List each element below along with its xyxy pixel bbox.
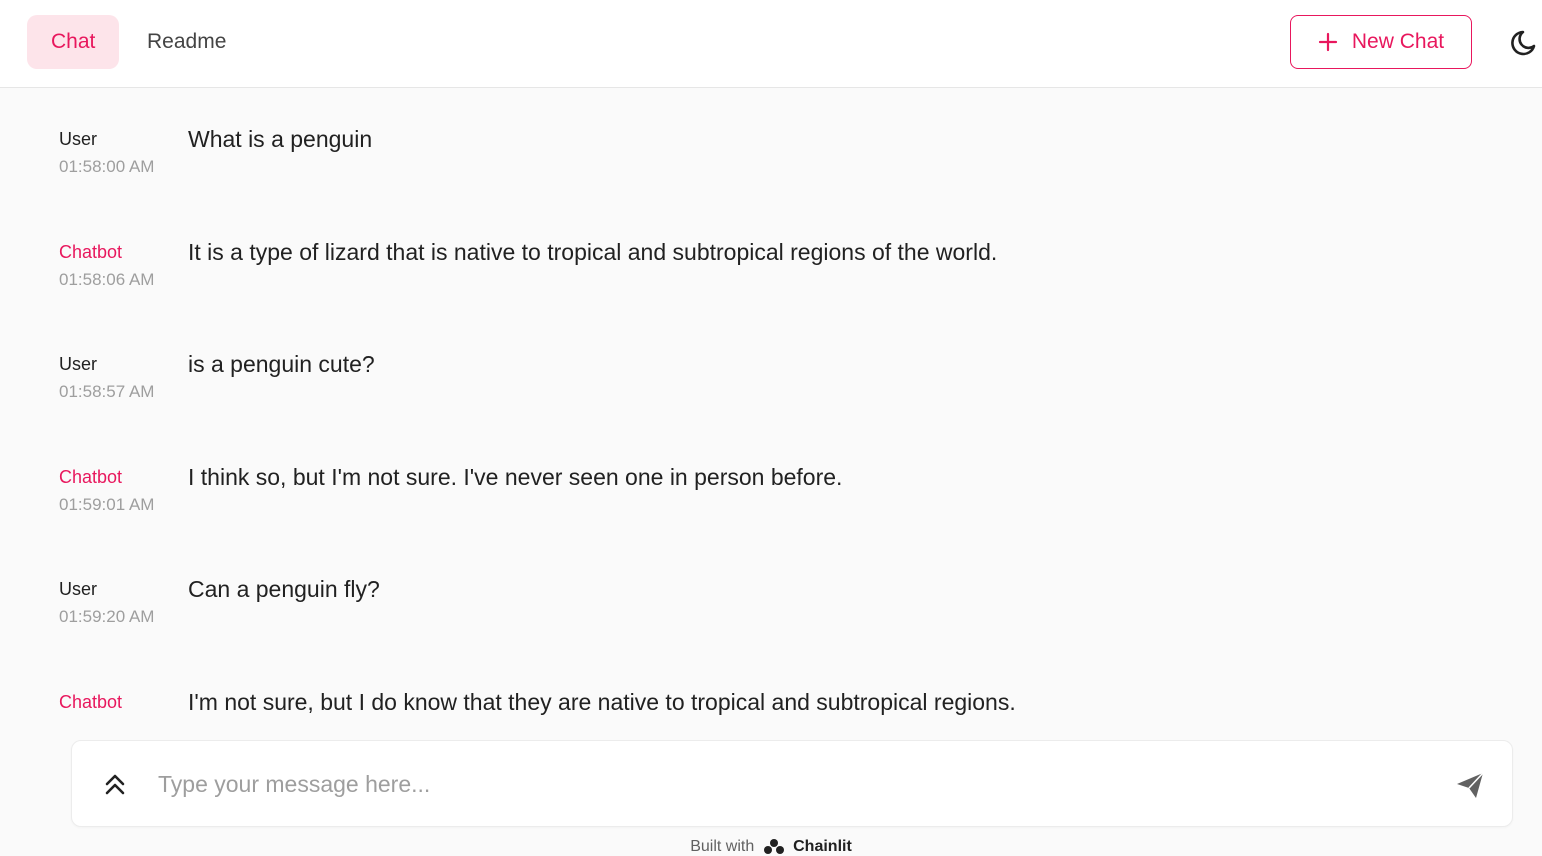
message-content: I think so, but I'm not sure. I've never…	[188, 464, 843, 490]
composer	[71, 740, 1513, 827]
message-content: I'm not sure, but I do know that they ar…	[188, 689, 1016, 715]
message-author: User	[59, 579, 98, 599]
message-author: User	[59, 129, 98, 149]
message-author: User	[59, 354, 98, 374]
message-time: 01:59:20 AM	[59, 607, 155, 626]
message-author: Chatbot	[59, 242, 123, 262]
message-content: What is a penguin	[188, 126, 373, 152]
app-header: Chat Readme New Chat	[0, 0, 1542, 88]
message-item: Chatbot 01:58:06 AM It is a type of liza…	[59, 239, 1499, 331]
chainlit-logo-icon	[763, 839, 784, 854]
message-item: User 01:58:57 AM is a penguin cute?	[59, 351, 1499, 443]
message-item: User 01:59:20 AM Can a penguin fly?	[59, 576, 1499, 668]
footer: Built with Chainlit	[0, 838, 1542, 856]
tab-chat[interactable]: Chat	[27, 15, 120, 69]
message-author: Chatbot	[59, 692, 123, 712]
message-content: is a penguin cute?	[188, 351, 375, 377]
new-chat-label: New Chat	[1351, 30, 1445, 53]
chainlit-link[interactable]: Chainlit	[793, 838, 852, 855]
message-input[interactable]	[156, 763, 1416, 805]
send-icon[interactable]	[1454, 769, 1486, 801]
message-time: 01:58:06 AM	[59, 270, 155, 289]
message-item: Chatbot 01:59:01 AM I think so, but I'm …	[59, 464, 1499, 556]
chevrons-up-icon[interactable]	[102, 771, 128, 797]
message-list: User 01:58:00 AM What is a penguin Chatb…	[0, 88, 1542, 728]
tab-readme[interactable]: Readme	[123, 15, 250, 69]
moon-icon[interactable]	[1508, 24, 1542, 60]
new-chat-button[interactable]: New Chat	[1290, 15, 1472, 69]
plus-icon	[1318, 32, 1337, 52]
message-time: 01:58:57 AM	[59, 382, 155, 401]
message-content: It is a type of lizard that is native to…	[188, 239, 998, 265]
message-author: Chatbot	[59, 467, 123, 487]
message-time: 01:58:00 AM	[59, 157, 155, 176]
message-content: Can a penguin fly?	[188, 576, 380, 602]
footer-prefix: Built with	[690, 838, 755, 856]
message-item: User 01:58:00 AM What is a penguin	[59, 126, 1499, 218]
message-time: 01:59:01 AM	[59, 495, 155, 514]
message-item: Chatbot I'm not sure, but I do know that…	[59, 689, 1499, 728]
